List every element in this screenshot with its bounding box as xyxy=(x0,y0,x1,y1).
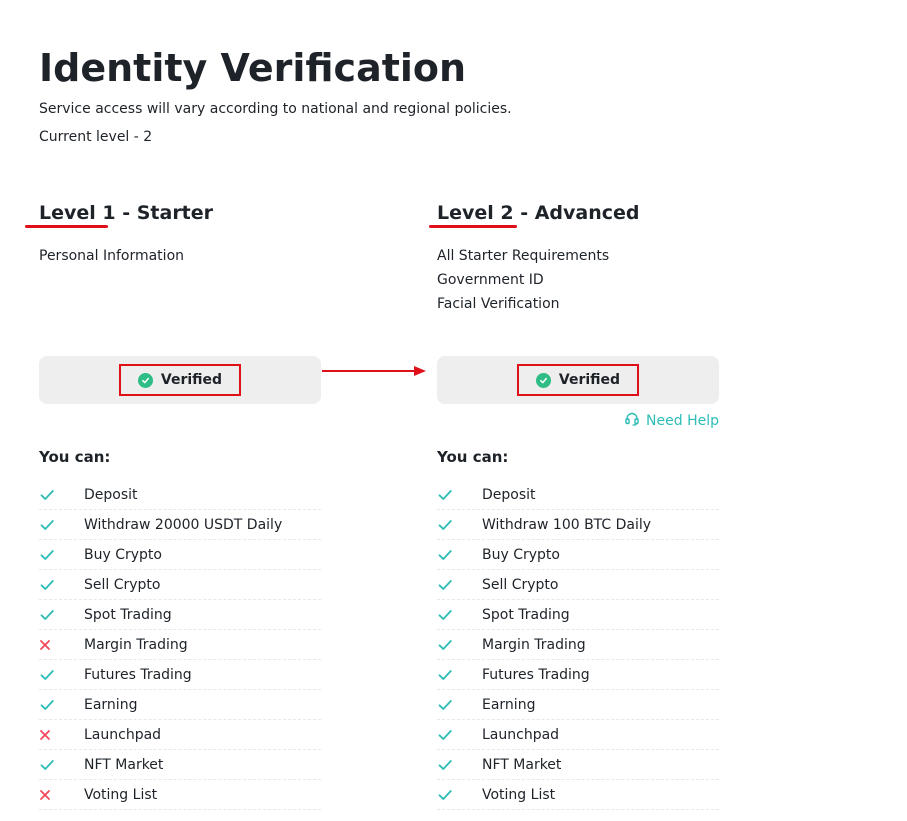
permission-label: Earning xyxy=(84,696,138,713)
permission-label: Deposit xyxy=(84,486,138,503)
level-1-requirements: Personal Information xyxy=(39,244,321,334)
check-icon xyxy=(39,667,84,683)
page-title: Identity Verification xyxy=(39,46,467,90)
check-icon xyxy=(39,487,84,503)
check-icon xyxy=(39,757,84,773)
permission-item: Spot Trading xyxy=(437,600,719,630)
requirement-item: Facial Verification xyxy=(437,296,560,312)
permission-label: Withdraw 100 BTC Daily xyxy=(482,516,652,533)
headset-icon xyxy=(624,411,640,431)
requirement-item: Personal Information xyxy=(39,248,185,264)
check-icon xyxy=(437,697,482,713)
permission-item: Deposit xyxy=(39,480,321,510)
annotation-underline-level-1 xyxy=(25,225,108,228)
level-2-status-box: Verified xyxy=(437,356,719,404)
permission-item: Launchpad xyxy=(437,720,719,750)
permission-item: Earning xyxy=(39,690,321,720)
level-2-requirements: All Starter Requirements Government ID F… xyxy=(437,244,719,334)
level-1-permission-list: Deposit Withdraw 20000 USDT Daily Buy Cryp… xyxy=(39,480,321,810)
level-2-card: Level 2 - Advanced All Starter Requireme… xyxy=(437,200,719,810)
need-help-label: Need Help xyxy=(646,413,719,429)
permission-label: NFT Market xyxy=(84,756,164,773)
permission-label: Buy Crypto xyxy=(482,546,560,563)
check-icon xyxy=(437,667,482,683)
permission-label: Earning xyxy=(482,696,536,713)
permission-item: NFT Market xyxy=(39,750,321,780)
permission-item: Deposit xyxy=(437,480,719,510)
level-1-you-can-heading: You can: xyxy=(39,448,111,466)
level-1-status-badge: Verified xyxy=(119,364,241,396)
current-level-text: Current level - 2 xyxy=(39,129,153,145)
permission-item: NFT Market xyxy=(437,750,719,780)
check-icon xyxy=(39,607,84,623)
permission-item: Sell Crypto xyxy=(437,570,719,600)
check-icon xyxy=(437,757,482,773)
requirement-item: Government ID xyxy=(437,272,544,288)
level-1-status-text: Verified xyxy=(160,372,223,388)
permission-item: Buy Crypto xyxy=(437,540,719,570)
level-1-title: Level 1 - Starter xyxy=(39,202,214,224)
permission-item: Launchpad xyxy=(39,720,321,750)
permission-label: Spot Trading xyxy=(482,606,570,623)
permission-label: Margin Trading xyxy=(84,636,188,653)
check-icon xyxy=(39,517,84,533)
need-help-link[interactable]: Need Help xyxy=(437,404,719,438)
permission-item: Futures Trading xyxy=(39,660,321,690)
level-2-status-text: Verified xyxy=(558,372,621,388)
check-icon xyxy=(437,487,482,503)
permission-label: Deposit xyxy=(482,486,536,503)
permission-label: Spot Trading xyxy=(84,606,172,623)
permission-label: Voting List xyxy=(482,786,556,803)
check-icon xyxy=(437,517,482,533)
check-icon xyxy=(437,547,482,563)
permission-label: Buy Crypto xyxy=(84,546,162,563)
check-icon xyxy=(437,577,482,593)
verified-check-icon xyxy=(137,372,153,388)
permission-label: Futures Trading xyxy=(482,666,590,683)
check-icon xyxy=(437,637,482,653)
permission-label: Launchpad xyxy=(84,726,162,743)
level-1-status-box: Verified xyxy=(39,356,321,404)
level-2-you-can-heading: You can: xyxy=(437,448,509,466)
permission-label: NFT Market xyxy=(482,756,562,773)
permission-item: Withdraw 100 BTC Daily xyxy=(437,510,719,540)
permission-label: Sell Crypto xyxy=(482,576,559,593)
requirement-item: All Starter Requirements xyxy=(437,248,610,264)
verified-check-icon xyxy=(535,372,551,388)
check-icon xyxy=(437,727,482,743)
cross-icon xyxy=(39,639,84,651)
permission-label: Launchpad xyxy=(482,726,560,743)
level-2-title: Level 2 - Advanced xyxy=(437,202,640,224)
cross-icon xyxy=(39,729,84,741)
permission-item: Futures Trading xyxy=(437,660,719,690)
annotation-arrow xyxy=(322,366,426,376)
annotation-underline-level-2 xyxy=(429,225,517,228)
level-2-permission-list: Deposit Withdraw 100 BTC Daily Buy Crypto S… xyxy=(437,480,719,810)
page-subtitle: Service access will vary according to na… xyxy=(39,101,512,117)
check-icon xyxy=(39,547,84,563)
cross-icon xyxy=(39,789,84,801)
permission-label: Voting List xyxy=(84,786,158,803)
permission-label: Futures Trading xyxy=(84,666,192,683)
permission-item: Sell Crypto xyxy=(39,570,321,600)
permission-label: Margin Trading xyxy=(482,636,586,653)
check-icon xyxy=(39,697,84,713)
permission-item: Voting List xyxy=(39,780,321,810)
check-icon xyxy=(39,577,84,593)
permission-label: Sell Crypto xyxy=(84,576,161,593)
permission-item: Withdraw 20000 USDT Daily xyxy=(39,510,321,540)
level-2-status-badge: Verified xyxy=(517,364,639,396)
permission-item: Buy Crypto xyxy=(39,540,321,570)
permission-item: Margin Trading xyxy=(39,630,321,660)
check-icon xyxy=(437,787,482,803)
permission-label: Withdraw 20000 USDT Daily xyxy=(84,516,283,533)
permission-item: Voting List xyxy=(437,780,719,810)
check-icon xyxy=(437,607,482,623)
permission-item: Earning xyxy=(437,690,719,720)
permission-item: Margin Trading xyxy=(437,630,719,660)
level-1-card: Level 1 - Starter Personal Information V… xyxy=(39,200,321,810)
permission-item: Spot Trading xyxy=(39,600,321,630)
